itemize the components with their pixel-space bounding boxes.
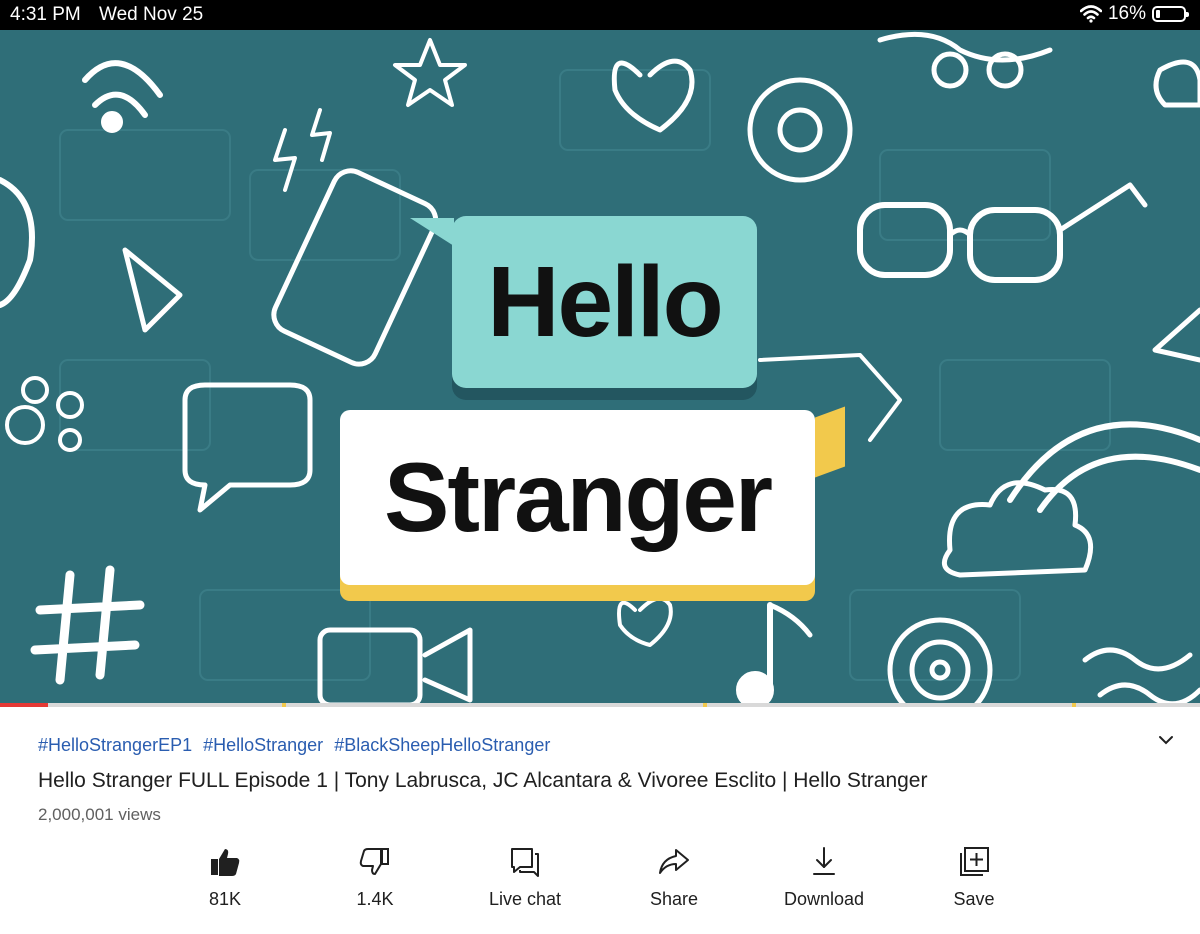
battery-percent: 16% (1107, 3, 1146, 24)
live-chat-button[interactable]: Live chat (465, 845, 585, 910)
chevron-down-icon[interactable] (1155, 729, 1177, 751)
thumbnail-hello-text: Hello (452, 216, 757, 388)
save-label: Save (953, 889, 995, 909)
video-title[interactable]: Hello Stranger FULL Episode 1 | Tony Lab… (38, 769, 927, 793)
book-edge-decoration (815, 406, 845, 478)
status-date: Wed Nov 25 (99, 4, 204, 25)
view-count: 2,000,001 views (38, 805, 161, 824)
share-icon (659, 849, 689, 874)
share-button[interactable]: Share (614, 845, 734, 910)
hashtag-link[interactable]: #HelloStrangerEP1 (38, 735, 192, 755)
dislike-count: 1.4K (356, 889, 394, 909)
status-right: 16% (1079, 3, 1189, 25)
thumbs-up-icon (211, 849, 240, 876)
video-player[interactable]: Hello Stranger (0, 30, 1200, 705)
action-bar: 81K 1.4K Live chat Share Download Save (0, 845, 1200, 925)
download-icon (813, 847, 835, 875)
hashtag-link[interactable]: #HelloStranger (203, 735, 323, 755)
live-chat-icon (511, 848, 539, 877)
hashtag-link[interactable]: #BlackSheepHelloStranger (334, 735, 550, 755)
download-label: Download (783, 889, 865, 909)
thumbs-down-icon (359, 848, 389, 875)
like-count: 81K (208, 889, 242, 909)
hashtag-list: #HelloStrangerEP1 #HelloStranger #BlackS… (38, 735, 556, 756)
speech-bubble-tail (410, 218, 454, 246)
save-button[interactable]: Save (914, 845, 1034, 910)
wifi-icon (1079, 5, 1102, 23)
battery-icon (1152, 6, 1189, 22)
save-icon (960, 847, 989, 876)
like-button[interactable]: 81K (165, 845, 285, 910)
status-bar: 4:31 PM Wed Nov 25 16% (0, 0, 1200, 30)
share-label: Share (649, 889, 699, 909)
dislike-button[interactable]: 1.4K (315, 845, 435, 910)
thumbnail-stranger-text: Stranger (340, 410, 815, 585)
battery-level (1156, 10, 1160, 18)
download-button[interactable]: Download (764, 845, 884, 910)
status-time: 4:31 PM (10, 4, 81, 25)
video-details: #HelloStrangerEP1 #HelloStranger #BlackS… (0, 707, 1200, 934)
live-chat-label: Live chat (488, 889, 562, 909)
